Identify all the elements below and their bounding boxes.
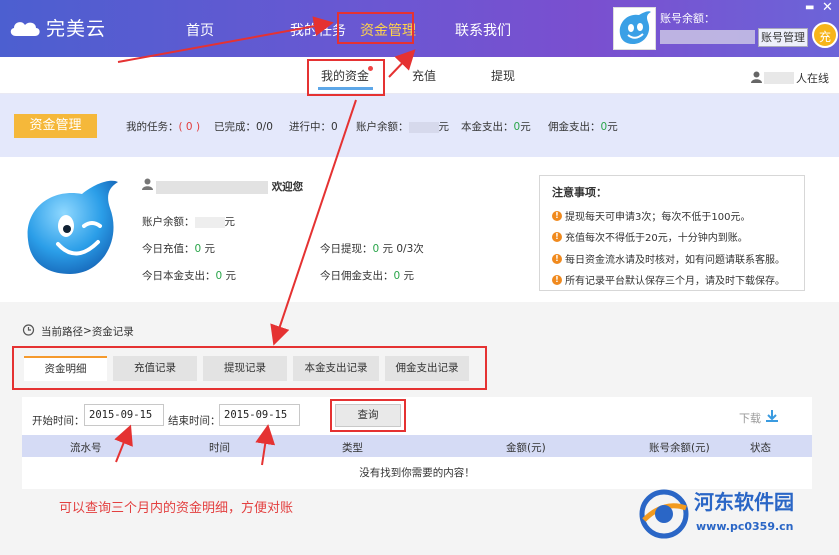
app-window: 完美云 首页 我的任务 资金管理 联系我们 账号余额： 账号管理 ▬ ✕ 充 我… bbox=[0, 0, 839, 555]
annotation-arrows bbox=[114, 16, 416, 466]
